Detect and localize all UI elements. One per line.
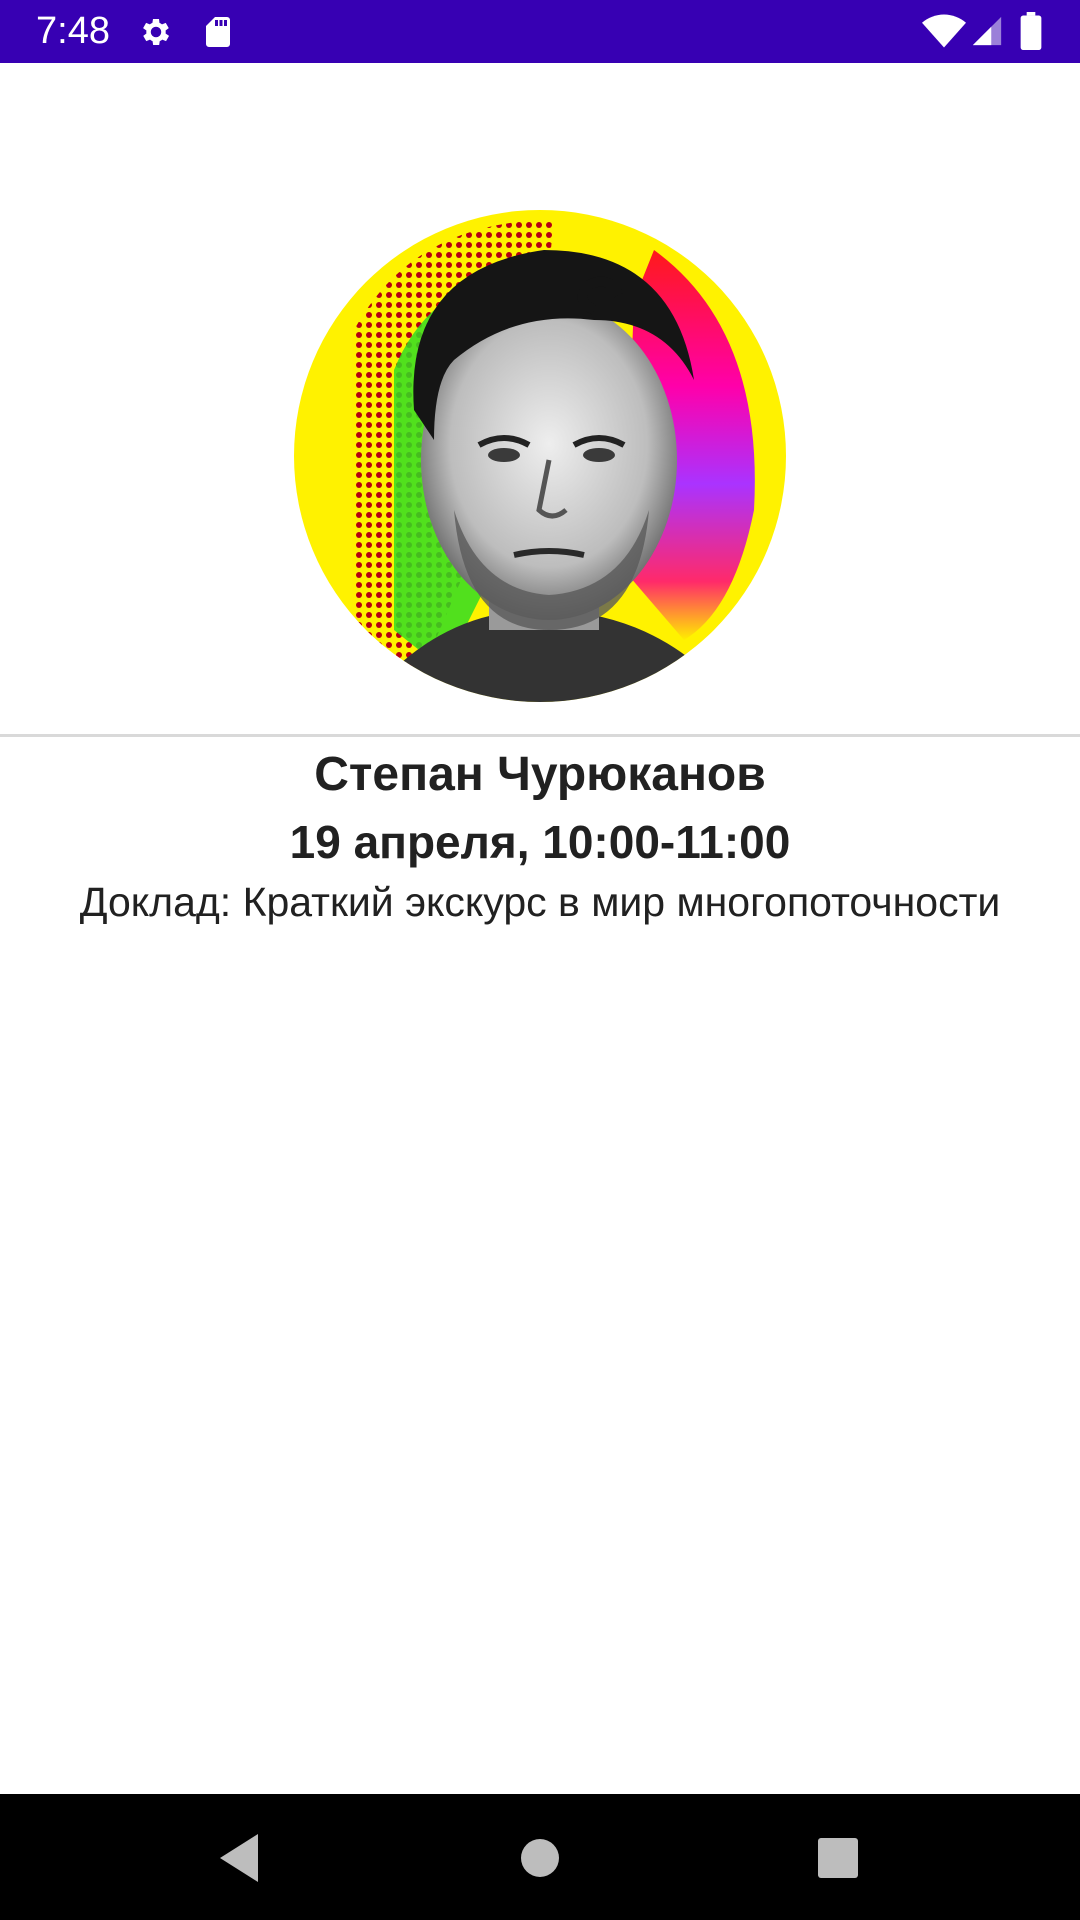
speaker-photo (294, 210, 786, 702)
back-icon[interactable] (208, 1826, 272, 1890)
gear-icon (143, 18, 170, 46)
signal-icon (972, 16, 1002, 46)
divider (0, 734, 1080, 737)
talk-datetime: 19 апреля, 10:00-11:00 (289, 816, 791, 868)
status-bar: 7:48 (0, 0, 1080, 63)
status-time: 7:48 (36, 10, 110, 52)
speaker-name: Степан Чурюканов (314, 748, 766, 801)
speaker-screen: 7:48 Степан Чурюканов 19 апреля, 10:00-1… (0, 0, 1080, 1920)
talk-title: Доклад: Краткий экскурс в мир многопоточ… (79, 879, 1001, 925)
battery-icon (1020, 12, 1042, 50)
navigation-bar (0, 1794, 1080, 1920)
wifi-icon (922, 14, 966, 48)
speaker-avatar (294, 210, 786, 702)
sd-card-icon (206, 17, 230, 47)
home-icon[interactable] (508, 1826, 572, 1890)
recents-icon[interactable] (806, 1826, 870, 1890)
